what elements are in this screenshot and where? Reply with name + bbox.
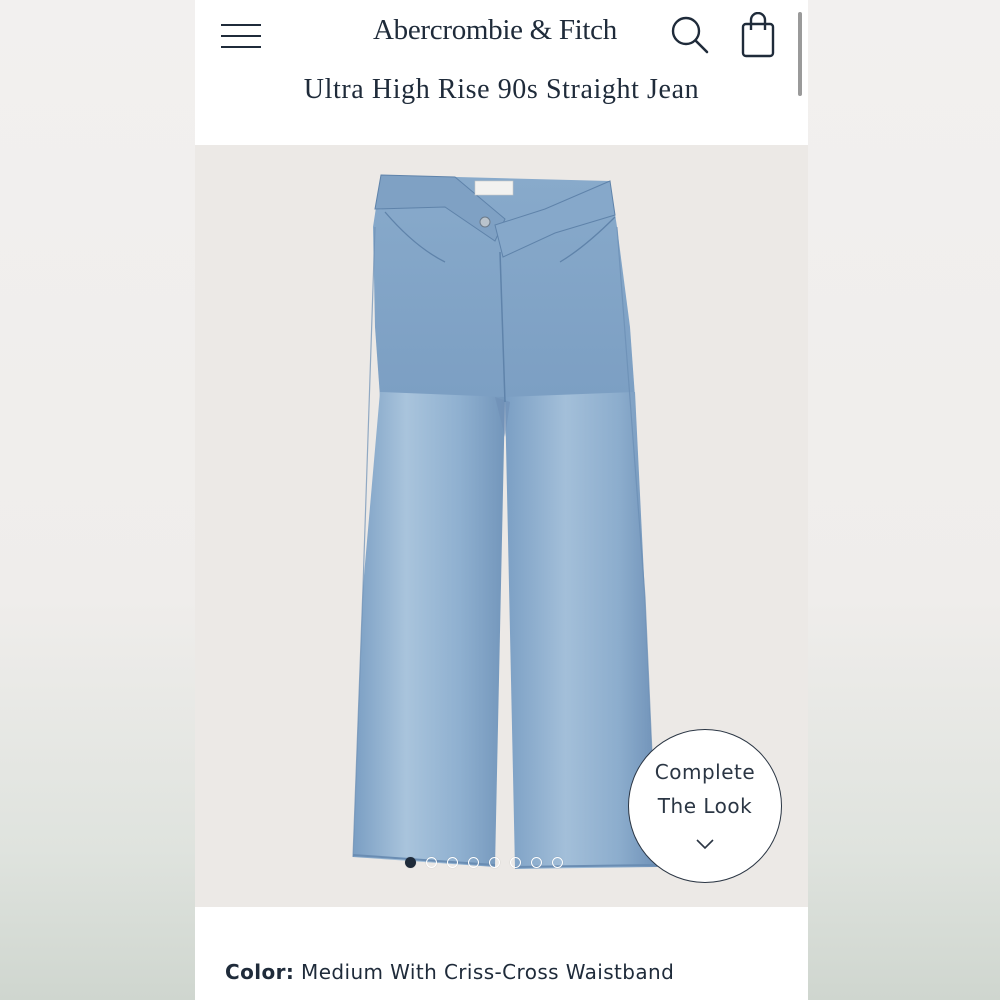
carousel-dot[interactable] <box>531 857 542 868</box>
brand-logo[interactable]: Abercrombie & Fitch <box>373 14 617 47</box>
shopping-bag-icon[interactable] <box>739 11 779 60</box>
product-image-carousel[interactable]: Complete The Look <box>195 145 808 907</box>
carousel-dots <box>405 857 563 873</box>
hamburger-menu-icon[interactable] <box>221 20 263 54</box>
carousel-dot[interactable] <box>405 857 416 868</box>
carousel-dot[interactable] <box>468 857 479 868</box>
complete-look-label-line2: The Look <box>657 794 753 818</box>
carousel-dot[interactable] <box>426 857 437 868</box>
chevron-down-icon <box>696 839 714 850</box>
product-image-jeans <box>352 174 658 869</box>
color-value: Medium With Criss-Cross Waistband <box>301 960 675 984</box>
carousel-dot[interactable] <box>489 857 500 868</box>
color-label: Color: <box>225 960 295 984</box>
background-right <box>808 0 1000 1000</box>
product-title: Ultra High Rise 90s Straight Jean <box>303 74 700 105</box>
carousel-dot[interactable] <box>510 857 521 868</box>
carousel-dot[interactable] <box>447 857 458 868</box>
phone-screen: Abercrombie & Fitch Ultra High Rise 90s … <box>195 0 808 1000</box>
header: Abercrombie & Fitch Ultra High Rise 90s … <box>195 0 808 145</box>
carousel-dot[interactable] <box>552 857 563 868</box>
search-icon[interactable] <box>669 14 711 56</box>
complete-the-look-button[interactable]: Complete The Look <box>628 729 782 883</box>
complete-look-label-line1: Complete <box>654 760 756 784</box>
color-selection: Color: Medium With Criss-Cross Waistband <box>225 960 674 984</box>
background-left <box>0 0 195 1000</box>
